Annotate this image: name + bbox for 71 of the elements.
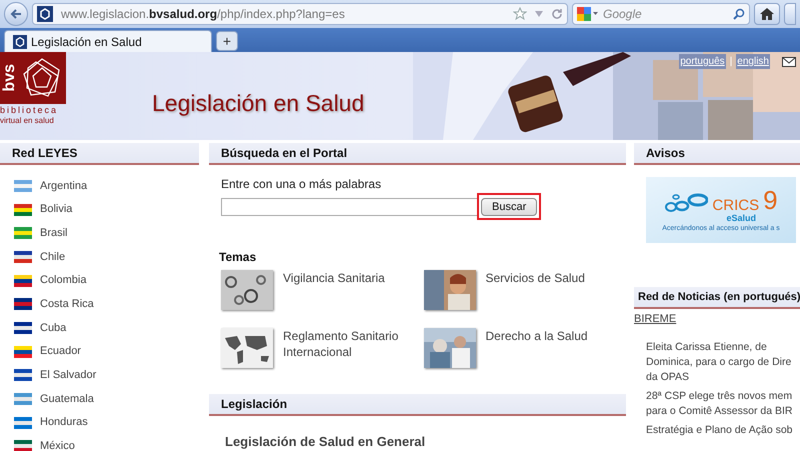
country-link[interactable]: Chile bbox=[40, 248, 66, 266]
section-header: Red LEYES bbox=[0, 143, 199, 165]
flag-icon bbox=[14, 274, 32, 287]
logo-acronym: bvs bbox=[2, 64, 18, 92]
banner-brand: CRICS bbox=[712, 198, 760, 212]
home-icon bbox=[760, 8, 774, 20]
flag-icon bbox=[14, 298, 32, 310]
tab-title: Legislación en Salud bbox=[31, 34, 142, 50]
banner-number: 9 bbox=[763, 186, 778, 212]
country-link[interactable]: Bolivia bbox=[40, 201, 72, 218]
section-header: Legislación bbox=[209, 394, 626, 416]
topic-link[interactable]: Vigilancia Sanitaria bbox=[283, 270, 408, 286]
reload-icon[interactable] bbox=[551, 8, 563, 20]
mail-icon[interactable] bbox=[782, 56, 796, 66]
search-icon[interactable] bbox=[733, 8, 745, 20]
separator: | bbox=[730, 55, 732, 69]
topic-link[interactable]: Servicios de Salud bbox=[486, 270, 610, 286]
search-input[interactable] bbox=[221, 198, 477, 216]
section-title: Temas bbox=[218, 249, 258, 266]
search-label: Entre con una o más palabras bbox=[221, 176, 382, 193]
country-link[interactable]: Ecuador bbox=[40, 343, 81, 360]
search-engine-icon bbox=[577, 7, 599, 21]
new-tab-button[interactable]: + bbox=[216, 31, 238, 51]
country-link[interactable]: Brasil bbox=[40, 224, 68, 242]
star-icon[interactable] bbox=[513, 7, 527, 21]
country-link[interactable]: Honduras bbox=[40, 414, 88, 431]
topic-link[interactable]: Derecho a la Salud bbox=[486, 328, 610, 344]
country-link[interactable]: Argentina bbox=[40, 178, 88, 194]
dropdown-icon[interactable] bbox=[535, 11, 543, 17]
search-input[interactable]: Google bbox=[603, 5, 729, 23]
search-field[interactable]: Google bbox=[572, 3, 750, 25]
menu-button[interactable] bbox=[784, 3, 796, 25]
country-link[interactable]: Costa Rica bbox=[40, 296, 94, 313]
back-arrow-icon bbox=[10, 8, 22, 20]
country-link[interactable]: Guatemala bbox=[40, 390, 94, 408]
flag-icon bbox=[14, 204, 32, 216]
browser-tab[interactable]: Legislación en Salud bbox=[4, 30, 212, 52]
flag-icon bbox=[14, 369, 32, 382]
logo-icon bbox=[664, 190, 708, 212]
news-link[interactable]: Estratégia e Plano de Ação sob bbox=[646, 422, 793, 438]
section-header: Avisos bbox=[634, 143, 800, 165]
flag-icon bbox=[14, 227, 32, 240]
flag-icon bbox=[14, 346, 32, 358]
site-title: Legislación en Salud bbox=[152, 88, 364, 118]
flag-icon bbox=[14, 250, 32, 263]
news-link[interactable]: Eleita Carissa Etienne, de Dominica, para o cargo de Dire da OPAS bbox=[646, 340, 792, 384]
logo-text: biblioteca bbox=[0, 104, 58, 116]
banner-subtitle: eSalud bbox=[726, 212, 756, 224]
logo-text: virtual en salud bbox=[0, 116, 54, 126]
flag-icon bbox=[14, 322, 32, 334]
back-button[interactable] bbox=[4, 2, 28, 26]
flag-icon bbox=[14, 440, 32, 451]
source-link[interactable]: BIREME bbox=[634, 309, 676, 328]
flag-icon bbox=[14, 180, 32, 192]
flag-icon bbox=[14, 393, 32, 406]
country-link[interactable]: Colombia bbox=[40, 272, 86, 289]
news-link[interactable]: 28ª CSP elege três novos mem para o Comitê Assessor da BIR bbox=[646, 388, 792, 418]
home-button[interactable] bbox=[754, 3, 780, 25]
address-bar[interactable]: www.legislacion.bvsalud.org/php/index.php?lang=es bbox=[32, 3, 568, 25]
country-link[interactable]: El Salvador bbox=[40, 367, 96, 384]
country-link[interactable]: México bbox=[40, 438, 75, 451]
topic-link[interactable]: Reglamento Sanitario Internacional bbox=[283, 328, 408, 360]
section-header: Búsqueda en el Portal bbox=[209, 143, 626, 165]
legislation-link[interactable]: Legislación de Salud en General bbox=[225, 432, 626, 451]
section-header: Red de Noticias (en portugués) bbox=[634, 287, 800, 309]
flag-icon bbox=[14, 416, 32, 429]
search-button[interactable]: Buscar bbox=[481, 198, 538, 216]
site-icon bbox=[37, 6, 53, 22]
url-text: www.legislacion.bvsalud.org/php/index.php?lang=es bbox=[61, 6, 346, 23]
site-icon bbox=[13, 34, 27, 48]
country-link[interactable]: Cuba bbox=[40, 320, 66, 336]
